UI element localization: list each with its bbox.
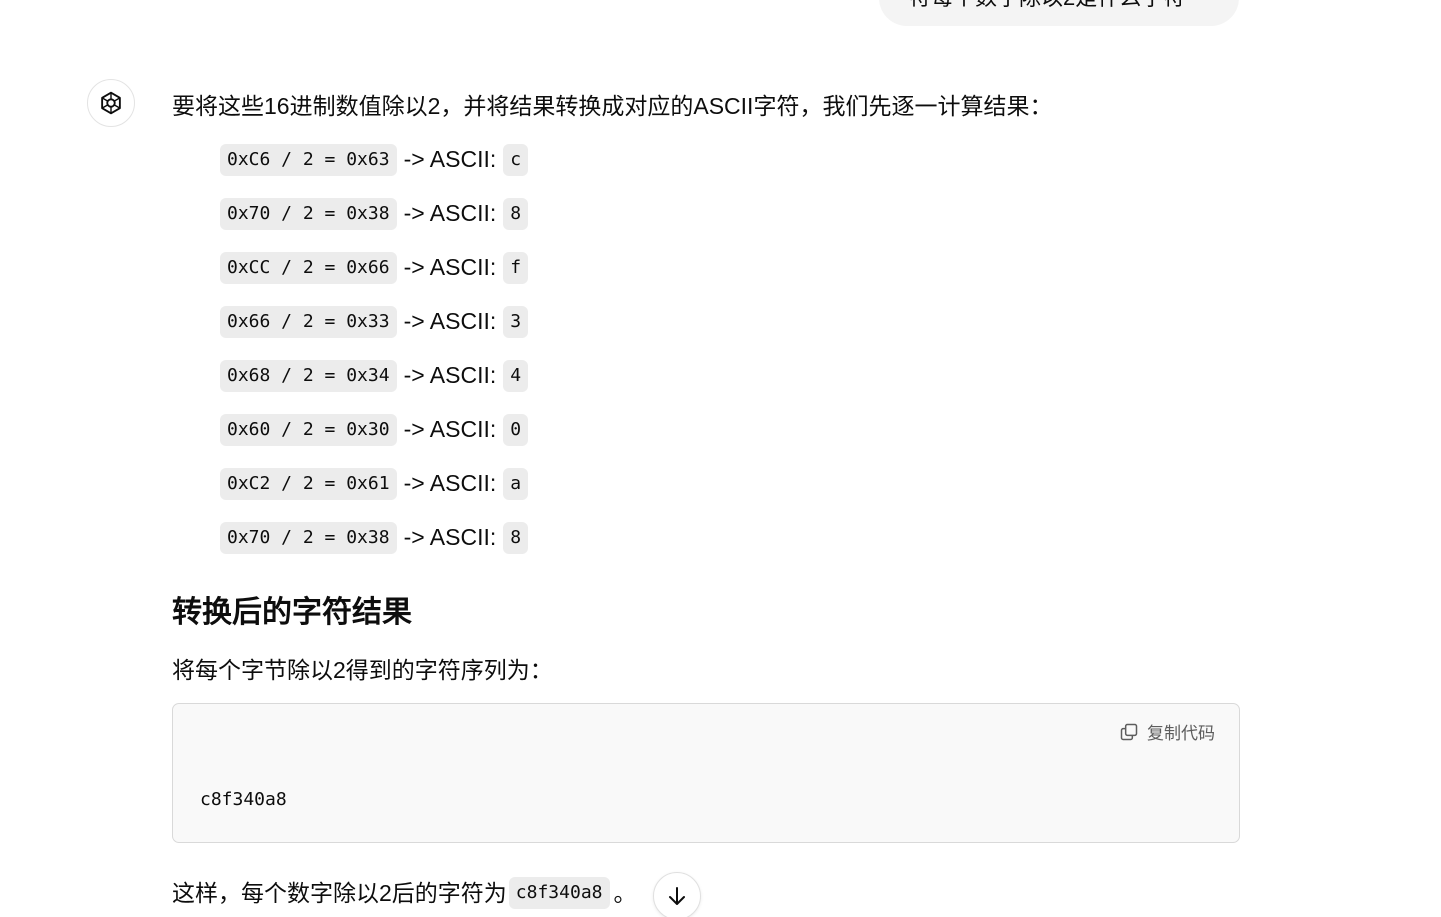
final-prefix: 这样，每个数字除以2后的字符为 [172, 880, 507, 906]
openai-logo-icon [101, 91, 121, 115]
step-arrow-label: -> ASCII: [403, 524, 497, 550]
assistant-avatar [87, 79, 135, 127]
step-char: 8 [503, 522, 529, 554]
step-expression: 0x70 / 2 = 0x38 [220, 522, 397, 554]
conversion-step: 0xCC / 2 = 0x66 -> ASCII: f [220, 252, 529, 306]
conversion-step: 0xC2 / 2 = 0x61 -> ASCII: a [220, 468, 529, 522]
final-code: c8f340a8 [508, 877, 610, 909]
chat-page: 符每个数字除以2是什么字符 要将这些16进制数值除以2，并将结果转换成对应的AS… [0, 0, 1441, 917]
scroll-to-bottom-button[interactable] [653, 872, 701, 917]
step-char: 0 [503, 414, 529, 446]
code-block: 复制代码 c8f340a8 [172, 703, 1240, 843]
conversion-steps-list: 0xC6 / 2 = 0x63 -> ASCII: c 0x70 / 2 = 0… [220, 144, 529, 576]
user-message-bubble: 符每个数字除以2是什么字符 [879, 0, 1239, 26]
step-arrow-label: -> ASCII: [403, 416, 497, 442]
step-expression: 0xC6 / 2 = 0x63 [220, 144, 397, 176]
copy-icon [1120, 723, 1138, 740]
step-expression: 0xCC / 2 = 0x66 [220, 252, 397, 284]
step-char: 3 [503, 306, 529, 338]
copy-code-button[interactable]: 复制代码 [1119, 719, 1215, 744]
step-char: c [503, 144, 529, 176]
user-message-text: 符每个数字除以2是什么字符 [909, 0, 1185, 10]
conversion-step: 0x68 / 2 = 0x34 -> ASCII: 4 [220, 360, 529, 414]
step-expression: 0xC2 / 2 = 0x61 [220, 468, 397, 500]
section-heading: 转换后的字符结果 [172, 596, 412, 629]
code-content: c8f340a8 [200, 789, 287, 810]
step-arrow-label: -> ASCII: [403, 308, 497, 334]
step-char: f [503, 252, 529, 284]
step-expression: 0x60 / 2 = 0x30 [220, 414, 397, 446]
step-arrow-label: -> ASCII: [403, 470, 497, 496]
step-arrow-label: -> ASCII: [403, 200, 497, 226]
step-expression: 0x66 / 2 = 0x33 [220, 306, 397, 338]
step-expression: 0x68 / 2 = 0x34 [220, 360, 397, 392]
step-char: 8 [503, 198, 529, 230]
final-suffix: 。 [613, 880, 637, 906]
assistant-intro: 要将这些16进制数值除以2，并将结果转换成对应的ASCII字符，我们先逐一计算结… [172, 93, 1053, 119]
arrow-down-icon [669, 887, 685, 905]
final-sentence: 这样，每个数字除以2后的字符为 c8f340a8 。 [172, 877, 637, 909]
conversion-step: 0x70 / 2 = 0x38 -> ASCII: 8 [220, 522, 529, 576]
copy-code-label: 复制代码 [1147, 724, 1215, 743]
step-arrow-label: -> ASCII: [403, 254, 497, 280]
step-expression: 0x70 / 2 = 0x38 [220, 198, 397, 230]
sequence-paragraph: 将每个字节除以2得到的字符序列为： [172, 657, 553, 683]
conversion-step: 0x66 / 2 = 0x33 -> ASCII: 3 [220, 306, 529, 360]
step-char: a [503, 468, 529, 500]
step-arrow-label: -> ASCII: [403, 146, 497, 172]
conversion-step: 0xC6 / 2 = 0x63 -> ASCII: c [220, 144, 529, 198]
step-arrow-label: -> ASCII: [403, 362, 497, 388]
step-char: 4 [503, 360, 529, 392]
conversion-step: 0x70 / 2 = 0x38 -> ASCII: 8 [220, 198, 529, 252]
conversion-step: 0x60 / 2 = 0x30 -> ASCII: 0 [220, 414, 529, 468]
